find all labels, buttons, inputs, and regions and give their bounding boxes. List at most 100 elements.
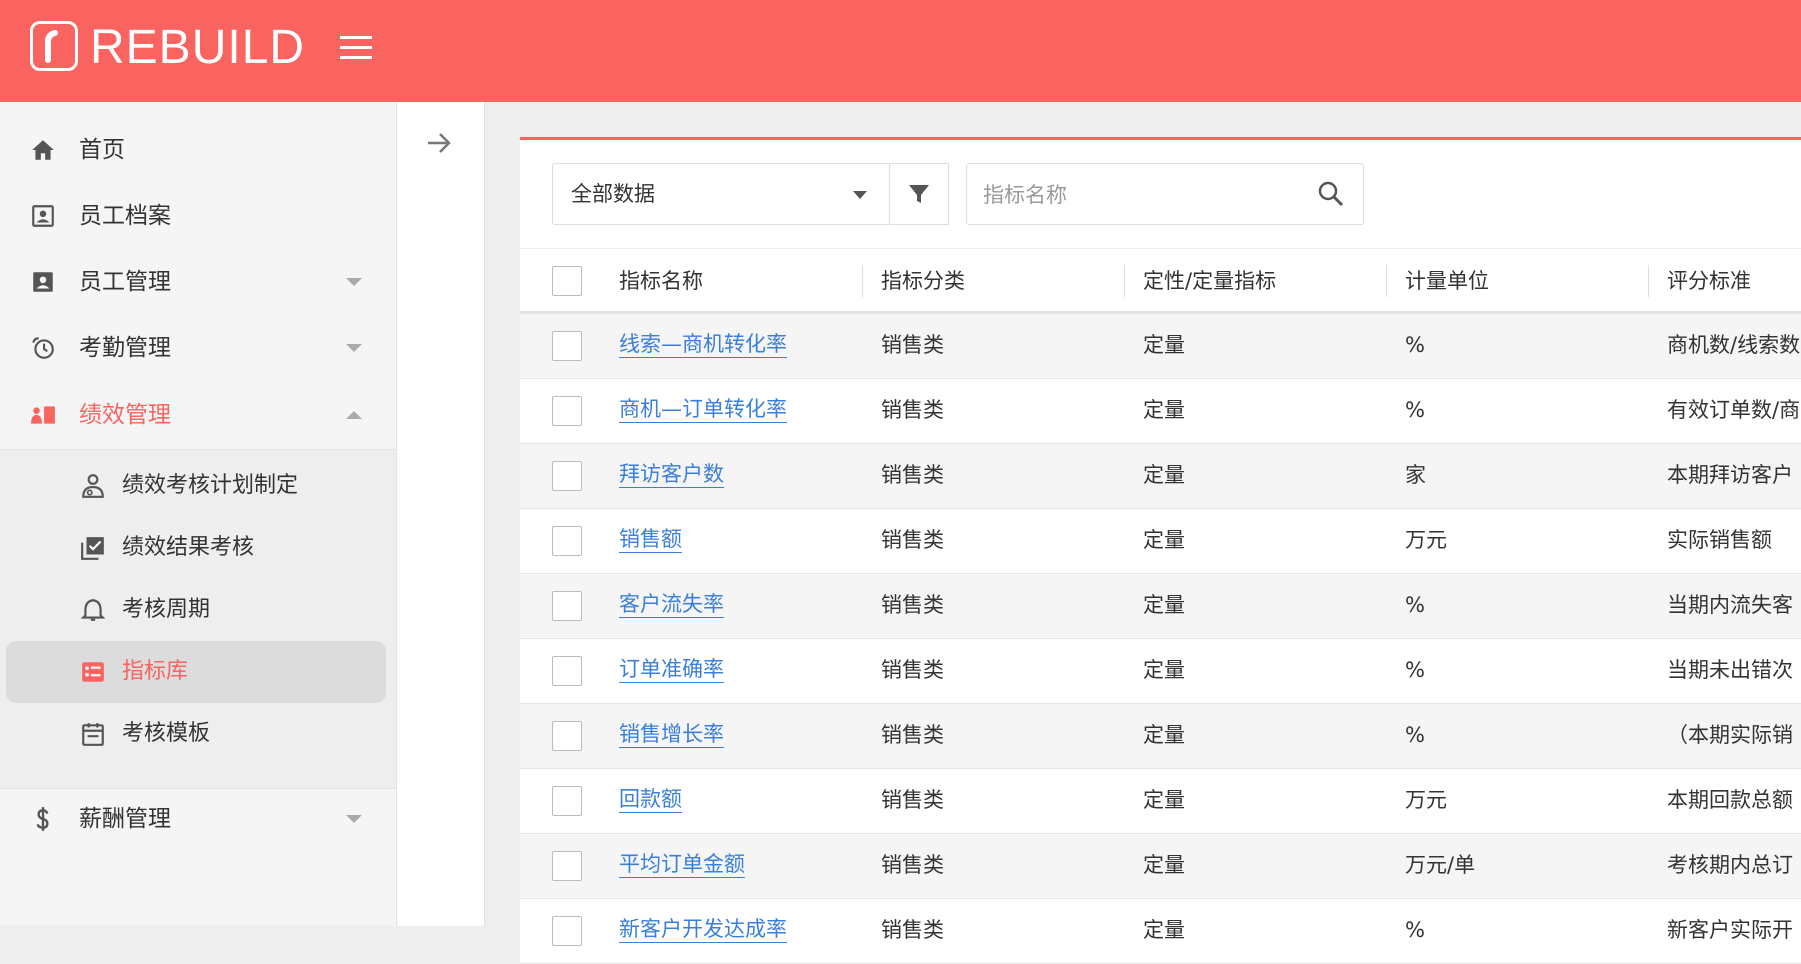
cell-criteria: 当期未出错次 — [1667, 658, 1793, 682]
column-divider[interactable] — [1648, 265, 1649, 297]
row-checkbox[interactable] — [552, 786, 582, 816]
filter-button[interactable] — [889, 163, 949, 225]
submenu-item-label: 绩效结果考核 — [122, 535, 255, 560]
cell-type: 定量 — [1143, 333, 1185, 357]
table-row[interactable]: 客户流失率 销售类 定量 % 当期内流失客 — [520, 574, 1801, 639]
cell-unit: 万元/单 — [1405, 853, 1476, 877]
sidebar-item-attendance[interactable]: 考勤管理 — [0, 315, 397, 381]
row-checkbox[interactable] — [552, 396, 582, 426]
search-icon[interactable] — [1317, 180, 1345, 208]
cell-unit: % — [1405, 658, 1425, 682]
chevron-down-icon — [853, 191, 867, 199]
indicator-name-link[interactable]: 平均订单金额 — [619, 851, 745, 878]
sidebar-item-employee-management[interactable]: 员工管理 — [0, 249, 397, 315]
table-row[interactable]: 平均订单金额 销售类 定量 万元/单 考核期内总订 — [520, 834, 1801, 899]
indicator-name-link[interactable]: 回款额 — [619, 786, 682, 813]
cell-unit: % — [1405, 723, 1425, 747]
column-header[interactable]: 定性/定量指标 — [1143, 267, 1276, 295]
cell-type: 定量 — [1143, 528, 1185, 552]
table-row[interactable]: 新客户开发达成率 销售类 定量 % 新客户实际开 — [520, 899, 1801, 964]
submenu-item-label: 指标库 — [122, 659, 189, 684]
select-all-checkbox[interactable] — [552, 266, 582, 296]
row-checkbox[interactable] — [552, 851, 582, 881]
search-box — [966, 163, 1364, 225]
cell-unit: % — [1405, 918, 1425, 942]
table-header: 指标名称 指标分类 定性/定量指标 计量单位 评分标准 — [520, 248, 1801, 314]
row-checkbox[interactable] — [552, 721, 582, 751]
cell-category: 销售类 — [881, 788, 944, 812]
cell-criteria: 商机数/线索数 — [1667, 333, 1801, 357]
chevron-up-icon — [346, 411, 362, 419]
indicator-name-link[interactable]: 客户流失率 — [619, 591, 724, 618]
indicator-name-link[interactable]: 线索—商机转化率 — [619, 331, 787, 358]
row-checkbox[interactable] — [552, 591, 582, 621]
menu-toggle-icon[interactable] — [340, 36, 372, 62]
cell-criteria: 新客户实际开 — [1667, 918, 1793, 942]
sidebar-item-label: 薪酬管理 — [79, 806, 171, 832]
table-row[interactable]: 回款额 销售类 定量 万元 本期回款总额 — [520, 769, 1801, 834]
table-row[interactable]: 线索—商机转化率 销售类 定量 % 商机数/线索数 — [520, 314, 1801, 379]
cell-type: 定量 — [1143, 593, 1185, 617]
submenu-item-cycle[interactable]: 考核周期 — [0, 579, 397, 641]
active-highlight — [6, 641, 386, 703]
calendar-icon — [82, 723, 104, 746]
arrow-right-icon[interactable] — [424, 128, 454, 158]
column-header[interactable]: 计量单位 — [1405, 267, 1489, 295]
cell-category: 销售类 — [881, 333, 944, 357]
indicator-name-link[interactable]: 拜访客户数 — [619, 461, 724, 488]
alarm-clock-icon — [32, 337, 54, 359]
cell-category: 销售类 — [881, 723, 944, 747]
indicator-name-link[interactable]: 新客户开发达成率 — [619, 916, 787, 943]
sidebar-item-performance[interactable]: 绩效管理 — [0, 382, 397, 448]
cell-criteria: 本期拜访客户 — [1667, 463, 1793, 487]
sidebar-item-salary[interactable]: 薪酬管理 — [0, 786, 397, 852]
cell-criteria: 当期内流失客 — [1667, 593, 1793, 617]
main-panel: 全部数据 指标名称 指标分类 定性/定量指标 计量单位 评分标准 线索—商机转化… — [520, 137, 1801, 964]
data-scope-select[interactable]: 全部数据 — [552, 163, 890, 225]
indicator-name-link[interactable]: 销售增长率 — [619, 721, 724, 748]
chevron-down-icon — [346, 278, 362, 286]
row-checkbox[interactable] — [552, 916, 582, 946]
cell-criteria: 考核期内总订 — [1667, 853, 1793, 877]
chevron-down-icon — [346, 815, 362, 823]
cell-criteria: 有效订单数/商 — [1667, 398, 1801, 422]
sidebar: 首页 员工档案 员工管理 考勤管理 绩效管理 绩效考核计划制定 绩效结果考核 考… — [0, 102, 397, 926]
table-row[interactable]: 商机—订单转化率 销售类 定量 % 有效订单数/商 — [520, 379, 1801, 444]
column-divider[interactable] — [862, 265, 863, 297]
dollar-icon — [36, 807, 49, 831]
indicator-name-link[interactable]: 商机—订单转化率 — [619, 396, 787, 423]
row-checkbox[interactable] — [552, 656, 582, 686]
cell-category: 销售类 — [881, 853, 944, 877]
select-value: 全部数据 — [571, 182, 655, 206]
submenu-item-label: 考核模板 — [122, 721, 211, 746]
table-row[interactable]: 订单准确率 销售类 定量 % 当期未出错次 — [520, 639, 1801, 704]
cell-unit: % — [1405, 398, 1425, 422]
table-row[interactable]: 销售额 销售类 定量 万元 实际销售额 — [520, 509, 1801, 574]
sidebar-item-home[interactable]: 首页 — [0, 117, 397, 183]
submenu-item-indicator-library[interactable]: 指标库 — [0, 641, 397, 703]
checkbox-stack-icon — [81, 537, 104, 560]
sidebar-item-label: 员工档案 — [79, 203, 171, 229]
column-header[interactable]: 指标名称 — [619, 267, 703, 295]
row-checkbox[interactable] — [552, 526, 582, 556]
row-checkbox[interactable] — [552, 461, 582, 491]
table-row[interactable]: 销售增长率 销售类 定量 % （本期实际销 — [520, 704, 1801, 769]
row-checkbox[interactable] — [552, 331, 582, 361]
submenu-item-results[interactable]: 绩效结果考核 — [0, 517, 397, 579]
column-header[interactable]: 评分标准 — [1667, 267, 1751, 295]
cell-category: 销售类 — [881, 528, 944, 552]
column-header[interactable]: 指标分类 — [881, 267, 965, 295]
indicator-name-link[interactable]: 订单准确率 — [619, 656, 724, 683]
column-divider[interactable] — [1386, 265, 1387, 297]
table-row[interactable]: 拜访客户数 销售类 定量 家 本期拜访客户 — [520, 444, 1801, 509]
secondary-nav-strip — [397, 102, 485, 926]
cell-criteria: （本期实际销 — [1667, 723, 1793, 747]
sidebar-item-employee-files[interactable]: 员工档案 — [0, 183, 397, 249]
indicator-name-link[interactable]: 销售额 — [619, 526, 682, 553]
search-input[interactable] — [981, 174, 1305, 216]
submenu-item-plan[interactable]: 绩效考核计划制定 — [0, 455, 397, 517]
cell-criteria: 实际销售额 — [1667, 528, 1772, 552]
submenu-item-template[interactable]: 考核模板 — [0, 703, 397, 765]
cell-type: 定量 — [1143, 723, 1185, 747]
column-divider[interactable] — [1124, 265, 1125, 297]
